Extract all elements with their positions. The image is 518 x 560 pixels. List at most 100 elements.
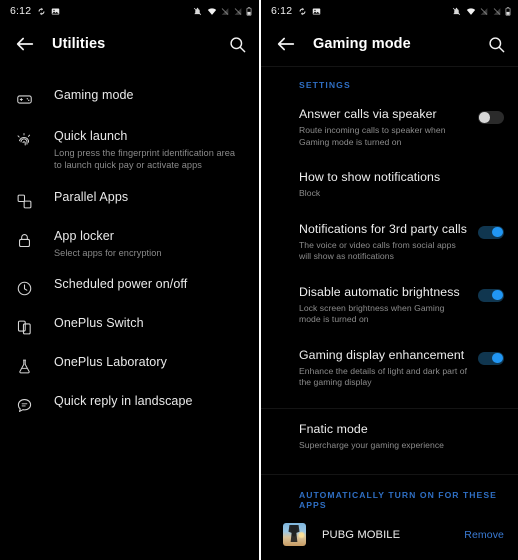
search-icon[interactable] <box>487 35 506 54</box>
fingerprint-launch-icon <box>14 130 34 150</box>
sidebar-item-text: Scheduled power on/off <box>54 277 187 292</box>
sidebar-item-oneplus-laboratory[interactable]: OnePlus Laboratory <box>0 346 259 385</box>
setting-text: Notifications for 3rd party calls The vo… <box>299 221 478 263</box>
notifications-muted-icon <box>452 7 461 15</box>
toggle-gaming-display-enhancement[interactable] <box>478 351 504 365</box>
sidebar-item-text: App locker Select apps for encryption <box>54 229 162 259</box>
pubg-icon-glow <box>298 531 305 539</box>
sync-icon <box>299 7 306 15</box>
toggle-knob <box>492 289 503 301</box>
settings-list: Answer calls via speaker Route incoming … <box>261 99 518 475</box>
setting-row-fnatic-mode[interactable]: Fnatic mode Supercharge your gaming expe… <box>261 409 518 461</box>
add-apps-button[interactable]: Add apps for Gaming mode <box>261 550 518 560</box>
settings-section-header: SETTINGS <box>299 80 351 90</box>
switch-copy-icon <box>14 317 34 337</box>
setting-subtitle: Supercharge your gaming experience <box>299 439 445 450</box>
sidebar-item-label: Parallel Apps <box>54 190 129 204</box>
app-name-label: PUBG MOBILE <box>322 528 401 541</box>
setting-text: Fnatic mode Supercharge your gaming expe… <box>299 421 504 452</box>
sidebar-item-parallel-apps[interactable]: Parallel Apps <box>0 181 259 220</box>
sync-icon <box>38 7 45 15</box>
page-title: Gaming mode <box>313 36 411 52</box>
status-bar-right: 6:12 <box>261 0 518 22</box>
sidebar-item-oneplus-switch[interactable]: OnePlus Switch <box>0 307 259 346</box>
page-title: Utilities <box>52 36 106 52</box>
status-bar-right-icons <box>193 6 252 16</box>
setting-text: How to show notifications Block <box>299 169 504 200</box>
app-bar-gaming-mode: Gaming mode <box>261 22 518 66</box>
sidebar-item-label: Scheduled power on/off <box>54 277 188 291</box>
setting-subtitle: Lock screen brightness when Gaming mode … <box>299 302 445 325</box>
parallel-apps-icon <box>14 191 34 211</box>
sidebar-item-quick-reply[interactable]: Quick reply in landscape <box>0 385 259 424</box>
toggle-knob <box>492 352 503 364</box>
setting-title: Disable automatic brightness <box>299 284 460 299</box>
status-bar-left: 6:12 <box>0 0 259 22</box>
sidebar-item-label: Gaming mode <box>54 88 134 102</box>
setting-row-notifications-3rd-party-calls[interactable]: Notifications for 3rd party calls The vo… <box>261 209 518 272</box>
sidebar-item-text: Quick reply in landscape <box>54 394 193 409</box>
sidebar-item-app-locker[interactable]: App locker Select apps for encryption <box>0 220 259 268</box>
status-bar-right-icons <box>452 6 511 16</box>
back-arrow-icon[interactable] <box>14 33 36 55</box>
laboratory-icon <box>14 356 34 376</box>
setting-text: Gaming display enhancement Enhance the d… <box>299 347 478 389</box>
sidebar-item-gaming-mode[interactable]: Gaming mode <box>0 78 259 119</box>
setting-row-disable-automatic-brightness[interactable]: Disable automatic brightness Lock screen… <box>261 272 518 335</box>
setting-title: Fnatic mode <box>299 421 368 436</box>
toggle-notifications-3rd-party-calls[interactable] <box>478 225 504 239</box>
status-bar-clock: 6:12 <box>10 5 32 17</box>
battery-icon <box>505 6 511 16</box>
search-icon[interactable] <box>228 35 247 54</box>
sidebar-item-text: OnePlus Switch <box>54 316 144 331</box>
lock-icon <box>14 230 34 250</box>
remove-app-button[interactable]: Remove <box>464 529 504 541</box>
sidebar-item-quick-launch[interactable]: Quick launch Long press the fingerprint … <box>0 119 259 181</box>
setting-row-answer-calls-via-speaker[interactable]: Answer calls via speaker Route incoming … <box>261 99 518 157</box>
utilities-list: Gaming mode Quick launch Long press the … <box>0 66 259 424</box>
toggle-knob <box>492 226 503 238</box>
signal-disabled-icon <box>480 7 488 15</box>
sidebar-item-label: App locker <box>54 229 115 243</box>
setting-row-gaming-display-enhancement[interactable]: Gaming display enhancement Enhance the d… <box>261 335 518 398</box>
setting-value: Block <box>299 188 321 198</box>
list-item-app-pubg-mobile[interactable]: PUBG MOBILE Remove <box>261 519 518 550</box>
sidebar-item-label: Quick reply in landscape <box>54 394 193 408</box>
setting-row-how-to-show-notifications[interactable]: How to show notifications Block <box>261 157 518 209</box>
pubg-mobile-icon <box>283 523 306 546</box>
app-bar-utilities: Utilities <box>0 22 259 66</box>
sidebar-item-label: OnePlus Switch <box>54 316 144 330</box>
sidebar-item-subtitle: Select apps for encryption <box>54 248 162 258</box>
clock-icon <box>14 278 34 298</box>
sidebar-item-scheduled-power[interactable]: Scheduled power on/off <box>0 268 259 307</box>
auto-apps-section-header: AUTOMATICALLY TURN ON FOR THESE APPS <box>299 490 497 510</box>
screenshot-icon <box>313 8 321 14</box>
toggle-answer-calls-via-speaker[interactable] <box>478 111 504 124</box>
sidebar-item-text: Quick launch Long press the fingerprint … <box>54 129 245 171</box>
setting-title: Notifications for 3rd party calls <box>299 221 468 236</box>
sidebar-item-label: OnePlus Laboratory <box>54 355 167 369</box>
setting-title: How to show notifications <box>299 170 441 184</box>
left-phone-screenshot: 6:12 Utilities Gaming mode Quick launch … <box>0 0 259 560</box>
setting-subtitle: Route incoming calls to speaker when Gam… <box>299 125 446 147</box>
dual-screenshot-stage: 6:12 Utilities Gaming mode Quick launch … <box>0 0 518 560</box>
status-bar-left-icons <box>298 7 321 16</box>
setting-title: Gaming display enhancement <box>299 347 465 362</box>
battery-icon <box>246 6 252 16</box>
setting-subtitle: The voice or video calls from social app… <box>299 239 456 262</box>
wifi-icon <box>466 7 475 15</box>
back-arrow-icon[interactable] <box>275 33 297 55</box>
setting-text: Disable automatic brightness Lock screen… <box>299 284 478 326</box>
toggle-disable-automatic-brightness[interactable] <box>478 288 504 302</box>
chat-bubble-icon <box>14 395 34 415</box>
toggle-knob <box>479 112 490 123</box>
right-phone-screenshot: 6:12 Gaming mode SETTINGS Answer calls v… <box>259 0 518 560</box>
sidebar-item-text: OnePlus Laboratory <box>54 355 167 370</box>
status-bar-clock: 6:12 <box>271 5 293 17</box>
setting-title: Answer calls via speaker <box>299 107 437 121</box>
signal-disabled-icon <box>221 7 229 15</box>
gamepad-icon <box>14 89 34 109</box>
notifications-muted-icon <box>193 7 202 15</box>
status-bar-left-icons <box>37 7 60 16</box>
wifi-icon <box>207 7 216 15</box>
